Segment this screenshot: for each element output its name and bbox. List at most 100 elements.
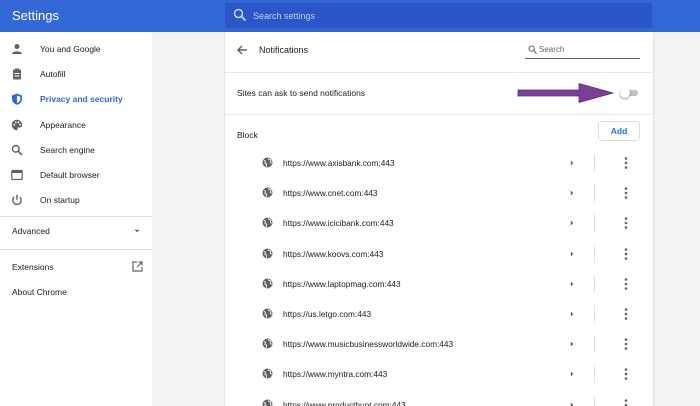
notifications-card: Notifications Sites can ask to send noti… [225,32,653,406]
divider [225,72,653,73]
blocked-site-url: https://us.letgo.com:443 [283,309,372,319]
globe-icon [262,248,273,259]
globe-icon [262,308,273,319]
chevron-right-icon[interactable] [568,370,576,378]
blocked-site-url: https://www.koovs.com:443 [283,248,384,259]
blocked-site-url: https://www.cnet.com:443 [283,188,378,199]
page-title: Notifications [259,45,309,55]
row-divider [594,244,595,263]
blocked-site-url: https://www.laptopmag.com:443 [283,278,401,289]
sidebar-item-extensions[interactable]: Extensions [0,256,152,278]
blocked-site-row[interactable]: https://www.cnet.com:443 [225,178,653,208]
sidebar-item-on-startup[interactable]: On startup [0,189,152,211]
chevron-right-icon[interactable] [568,280,576,288]
blocked-site-row[interactable]: https://www.icicibank.com:443 [225,208,653,238]
globe-icon [262,157,273,168]
toggle-knob [620,88,630,98]
more-vert-icon[interactable] [621,216,631,230]
browser-icon [11,169,23,181]
app-title: Settings [12,8,59,23]
search-icon [233,8,247,22]
sidebar-item-autofill[interactable]: Autofill [0,63,152,85]
row-divider [594,184,595,203]
chevron-right-icon[interactable] [568,310,576,318]
row-divider [594,274,595,293]
more-vert-icon[interactable] [621,156,631,170]
search-icon [11,144,23,156]
more-vert-icon[interactable] [621,247,631,261]
blocked-site-row[interactable]: https://www.axisbank.com:443 [225,148,653,178]
settings-search-bar[interactable] [225,3,652,28]
notifications-search-input[interactable] [539,43,637,55]
blocked-site-row[interactable]: https://www.producthunt.com:443 [225,390,653,406]
sidebar-item-you-and-google[interactable]: You and Google [0,38,152,60]
sidebar-item-about-chrome[interactable]: About Chrome [0,281,152,303]
open-in-new-icon [132,261,143,272]
person-icon [12,44,22,54]
blocked-site-url: https://www.producthunt.com:443 [283,399,406,406]
globe-icon [262,217,273,228]
chevron-right-icon[interactable] [568,401,576,406]
sidebar-item-appearance[interactable]: Appearance [0,114,152,136]
back-arrow-icon[interactable] [235,43,249,57]
sidebar-divider [0,249,152,250]
sidebar-item-label: Default browser [40,170,100,180]
shield-icon [12,93,22,105]
settings-search-input[interactable] [253,7,633,24]
sidebar-divider [0,216,152,217]
sidebar: You and Google Autofill Privacy and secu… [0,32,152,406]
notifications-toggle[interactable] [620,88,638,98]
block-section-label: Block [237,130,258,140]
globe-icon [262,278,273,289]
blocked-site-row[interactable]: https://www.laptopmag.com:443 [225,269,653,299]
top-bar: Settings [0,0,700,32]
sidebar-about-label: About Chrome [12,287,67,297]
chevron-right-icon[interactable] [568,159,576,167]
more-vert-icon[interactable] [621,186,631,200]
search-icon [528,45,537,54]
blocked-site-url: https://www.axisbank.com:443 [283,158,395,168]
row-divider [594,154,595,172]
row-divider [594,365,595,384]
blocked-site-row[interactable]: https://us.letgo.com:443 [225,299,653,329]
chevron-right-icon[interactable] [568,219,576,227]
sidebar-item-label: Autofill [40,69,66,79]
blocked-site-url: https://www.myntra.com:443 [283,369,388,380]
more-vert-icon[interactable] [621,277,631,291]
globe-icon [262,187,273,198]
card-header: Notifications [225,32,653,68]
sidebar-extensions-label: Extensions [12,262,54,272]
divider [225,114,653,115]
row-divider [594,214,595,233]
more-vert-icon[interactable] [621,367,631,381]
globe-icon [262,338,273,349]
blocked-site-url: https://www.icicibank.com:443 [283,218,394,229]
globe-icon [262,368,273,379]
more-vert-icon[interactable] [621,398,631,406]
sidebar-item-advanced[interactable]: Advanced [0,220,152,242]
sidebar-item-label: Search engine [40,145,95,155]
clipboard-icon [13,68,21,80]
power-icon [12,194,22,206]
annotation-arrow-icon [517,82,615,104]
sidebar-item-search-engine[interactable]: Search engine [0,139,152,161]
blocked-site-row[interactable]: https://www.myntra.com:443 [225,359,653,389]
add-site-button[interactable]: Add [598,121,640,141]
more-vert-icon[interactable] [621,337,631,351]
sidebar-item-privacy-and-security[interactable]: Privacy and security [0,88,152,110]
chevron-right-icon[interactable] [568,250,576,258]
blocked-site-row[interactable]: https://www.musicbusinessworldwide.com:4… [225,329,653,359]
notifications-search[interactable] [525,41,640,59]
chevron-right-icon[interactable] [568,340,576,348]
more-vert-icon[interactable] [621,307,631,321]
row-divider [594,335,595,354]
blocked-site-row[interactable]: https://www.koovs.com:443 [225,239,653,269]
row-divider [594,305,595,323]
blocked-site-url: https://www.musicbusinessworldwide.com:4… [283,339,454,350]
chevron-down-icon [134,229,140,233]
notifications-toggle-label: Sites can ask to send notifications [237,88,366,98]
globe-icon [262,399,273,406]
sidebar-item-default-browser[interactable]: Default browser [0,164,152,186]
chevron-right-icon[interactable] [568,189,576,197]
sidebar-item-label: On startup [40,195,80,205]
